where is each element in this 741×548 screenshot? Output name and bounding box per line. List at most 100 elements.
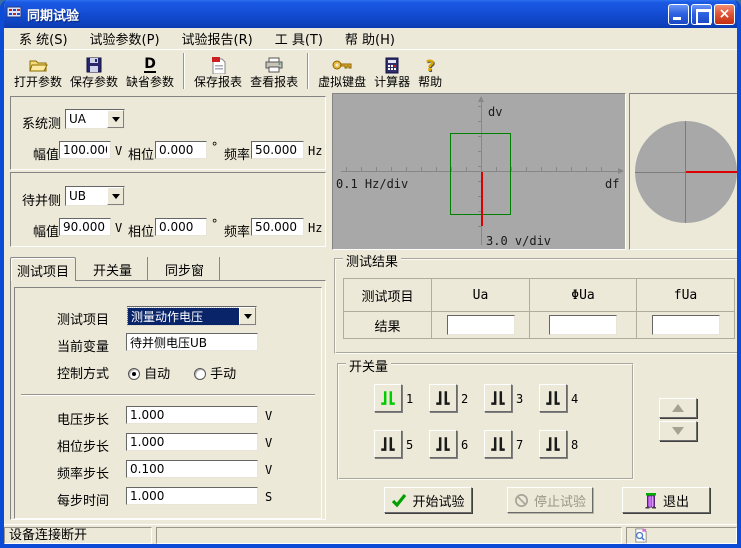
test-item-select[interactable]: 测量动作电压 [127,306,257,326]
results-table: 测试项目 Ua ΦUa fUa 结果 [343,278,735,339]
chevron-down-icon[interactable] [107,187,124,205]
calculator-icon [385,55,399,75]
radio-icon[interactable] [194,368,206,380]
switch-button-5[interactable] [374,430,402,458]
scroll-down-button[interactable] [659,421,697,441]
status-message-area [156,527,622,544]
switch-button-4[interactable] [539,384,567,412]
result-ua-field[interactable] [447,315,515,335]
y-axis-label: dv [488,105,502,119]
freq-step-input[interactable] [126,460,258,478]
synchroscope-panel [629,93,741,250]
system-phase-input[interactable] [155,141,207,159]
printer-icon [265,55,283,75]
titlebar[interactable]: 同期试验 × [0,0,741,28]
scroll-up-button[interactable] [659,398,697,418]
auto-radio[interactable]: 自动 [128,363,170,382]
exit-door-icon [643,492,658,509]
manual-radio[interactable]: 手动 [194,363,236,382]
tab-test-items[interactable]: 测试项目 [10,257,76,281]
system-freq-input[interactable] [251,141,304,159]
standby-channel-select[interactable]: UB [65,186,125,206]
switch-number: 4 [571,392,578,406]
result-phi-ua-field[interactable] [549,315,617,335]
calculator-button[interactable]: 计算器 [371,51,413,91]
current-variable-label: 当前变量 [57,336,109,355]
switch-contact-icon [434,435,452,453]
switch-contact-icon [489,435,507,453]
switch-number: 2 [461,392,468,406]
menu-help[interactable]: 帮 助(H) [334,28,406,49]
synchroscope-needle [686,171,737,173]
radio-icon[interactable] [128,368,140,380]
phase-step-unit: V [265,436,272,450]
divider [21,394,315,396]
check-icon [391,493,407,508]
app-icon [6,4,22,24]
x-scale-label: 0.1 Hz/div [336,177,408,191]
standby-freq-input[interactable] [251,218,304,236]
amp-unit: V [115,221,122,235]
menu-tools[interactable]: 工 具(T) [264,28,334,49]
switch-contact-icon [379,435,397,453]
standby-amp-input[interactable] [59,218,111,236]
phase-unit: ° [211,217,218,231]
virtual-keyboard-button[interactable]: 虚拟键盘 [315,51,369,91]
results-group-title: 测试结果 [343,251,401,270]
toolbar-separator [183,53,185,89]
save-params-button[interactable]: 保存参数 [67,51,121,91]
switch-button-1[interactable] [374,384,402,412]
freq-step-label: 频率步长 [57,463,109,482]
system-channel-select[interactable]: UA [65,109,125,129]
save-report-button[interactable]: 保存报表 [191,51,245,91]
switch-button-3[interactable] [484,384,512,412]
switches-group-title: 开关量 [346,356,391,375]
start-test-button[interactable]: 开始试验 [384,487,472,513]
close-button[interactable]: × [714,4,735,25]
device-status: 设备连接断开 [4,527,152,544]
default-params-button[interactable]: D 缺省参数 [123,51,177,91]
switch-number: 6 [461,438,468,452]
exit-button[interactable]: 退出 [622,487,710,513]
up-arrow-icon [672,404,684,412]
result-f-ua-field[interactable] [652,315,720,335]
open-params-button[interactable]: 打开参数 [11,51,65,91]
menu-test-params[interactable]: 试验参数(P) [79,28,171,49]
step-time-label: 每步时间 [57,490,109,509]
switch-button-6[interactable] [429,430,457,458]
phase-step-input[interactable] [126,433,258,451]
switch-button-8[interactable] [539,430,567,458]
chevron-down-icon[interactable] [239,307,256,325]
document-magnifier-icon[interactable] [633,528,648,543]
standby-phase-input[interactable] [155,218,207,236]
help-icon: ? [425,55,434,75]
voltage-step-input[interactable] [126,406,258,424]
stop-test-button[interactable]: 停止试验 [507,487,593,513]
minimize-button[interactable] [668,4,689,25]
switch-number: 8 [571,438,578,452]
toolbar: 打开参数 保存参数 D 缺省参数 [4,49,737,92]
switch-button-7[interactable] [484,430,512,458]
view-report-button[interactable]: 查看报表 [247,51,301,91]
menu-system[interactable]: 系 统(S) [8,28,79,49]
system-amp-input[interactable] [59,141,111,159]
step-time-input[interactable] [126,487,258,505]
menu-test-report[interactable]: 试验报告(R) [171,28,264,49]
test-items-tab-panel: 测试项目 测量动作电压 当前变量 控制方式 自动 手动 电压步长 V 相位步长 … [10,280,326,520]
open-folder-icon [28,55,48,75]
current-variable-input[interactable] [126,333,258,351]
switch-button-2[interactable] [429,384,457,412]
switch-number: 3 [516,392,523,406]
tab-sync-window[interactable]: 同步窗 [150,257,220,280]
switch-number: 1 [406,392,413,406]
results-row-label: 结果 [344,312,432,339]
switch-contact-icon [379,389,397,407]
y-scale-label: 3.0 v/div [486,234,551,248]
help-button[interactable]: ? 帮助 [415,51,445,91]
results-col-header: 测试项目 [344,279,432,312]
chevron-down-icon[interactable] [107,110,124,128]
freq-label: 频率 [224,144,250,163]
maximize-button[interactable] [691,4,712,25]
results-group: 测试结果 测试项目 Ua ΦUa fUa 结果 [334,258,741,354]
tab-switches[interactable]: 开关量 [78,257,148,280]
